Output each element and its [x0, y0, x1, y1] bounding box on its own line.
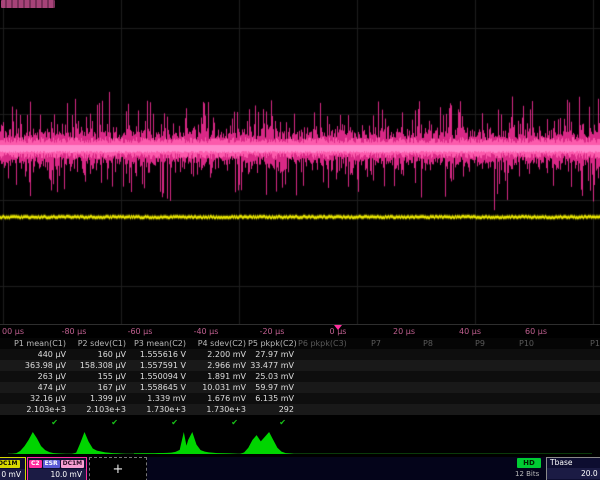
- measurement-row: 2.103e+32.103e+31.730e+31.730e+3292: [0, 404, 600, 415]
- tbase-value: 20.0: [547, 468, 600, 479]
- param-header-unused[interactable]: P8: [423, 338, 433, 349]
- descriptor-bar: DC1M 0 mV C2 ESR DC1M 10.0 mV + HD 12 Bi…: [0, 457, 600, 480]
- trigger-position-marker: [334, 325, 342, 330]
- measurement-row: 440 µV160 µV1.555616 V2.200 mV27.97 mV: [0, 349, 600, 360]
- param-header-1[interactable]: P1 mean(C1): [0, 338, 68, 349]
- measurement-value: 2.200 mV: [188, 349, 248, 360]
- measurement-row: 263 µV155 µV1.550094 V1.891 mV25.03 mV: [0, 371, 600, 382]
- param-header-3[interactable]: P3 mean(C2): [128, 338, 188, 349]
- c2-channel-label: C2: [29, 460, 42, 468]
- measurement-value: 1.730e+3: [128, 404, 188, 415]
- measurement-value: 1.558645 V: [128, 382, 188, 393]
- measurement-value: 1.339 mV: [128, 393, 188, 404]
- measurement-value: 440 µV: [0, 349, 68, 360]
- measurement-value: 158.308 µV: [68, 360, 128, 371]
- time-tick-label: -40 µs: [194, 327, 219, 336]
- param-header-unused[interactable]: P11: [590, 338, 600, 349]
- measurement-value: 59.97 mV: [248, 382, 296, 393]
- channel-c2-descriptor[interactable]: C2 ESR DC1M 10.0 mV: [27, 457, 87, 480]
- time-tick-label: 40 µs: [459, 327, 481, 336]
- oscilloscope-screen: 00 µs-80 µs-60 µs-40 µs-20 µs0 µs20 µs40…: [0, 0, 600, 480]
- measurement-value: 1.550094 V: [128, 371, 188, 382]
- measurement-value: 474 µV: [0, 382, 68, 393]
- time-tick-label: -80 µs: [62, 327, 87, 336]
- c2-vertical-scale: 10.0 mV: [28, 469, 86, 480]
- param-header-unused[interactable]: P10: [519, 338, 534, 349]
- histicon-p3[interactable]: [134, 429, 188, 455]
- param-header-unused[interactable]: P7: [371, 338, 381, 349]
- measurement-row: 474 µV167 µV1.558645 V10.031 mV59.97 mV: [0, 382, 600, 393]
- measurement-value: 2.103e+3: [68, 404, 128, 415]
- param-header-5[interactable]: P5 pkpk(C2): [248, 338, 296, 349]
- measurement-table: P1 mean(C1)P2 sdev(C1)P3 mean(C2)P4 sdev…: [0, 338, 600, 425]
- measurement-value: 32.16 µV: [0, 393, 68, 404]
- c2-esr-tag: ESR: [43, 460, 60, 468]
- c1-vertical-scale: 0 mV: [0, 469, 25, 480]
- param-header-unused[interactable]: P9: [475, 338, 485, 349]
- c2-coupling-tag: DC1M: [61, 460, 85, 468]
- param-header-2[interactable]: P2 sdev(C1): [68, 338, 128, 349]
- tbase-label: Tbase: [547, 458, 600, 468]
- waveform-grid[interactable]: [0, 0, 600, 324]
- time-tick-label: -20 µs: [260, 327, 285, 336]
- measurement-value: 6.135 mV: [248, 393, 296, 404]
- channel-c1-descriptor[interactable]: DC1M 0 mV: [0, 457, 26, 480]
- measurement-value: 2.966 mV: [188, 360, 248, 371]
- param-header-4[interactable]: P4 sdev(C2): [188, 338, 248, 349]
- hd-bits-label: 12 Bits: [515, 470, 539, 478]
- measurement-value: 25.03 mV: [248, 371, 296, 382]
- measurement-value: 167 µV: [68, 382, 128, 393]
- timebase-descriptor[interactable]: Tbase 20.0: [546, 457, 600, 480]
- time-tick-label: 20 µs: [393, 327, 415, 336]
- measurement-value: 1.399 µV: [68, 393, 128, 404]
- measurement-value: 1.730e+3: [188, 404, 248, 415]
- add-trace-box[interactable]: +: [89, 457, 147, 480]
- measurement-value: 1.676 mV: [188, 393, 248, 404]
- corner-label-fragment: [1, 0, 55, 8]
- c1-tag-row: DC1M: [0, 458, 25, 469]
- histicon-p2[interactable]: [72, 429, 126, 455]
- measurement-value: 1.557591 V: [128, 360, 188, 371]
- measurement-value: 263 µV: [0, 371, 68, 382]
- plus-icon: +: [113, 463, 124, 476]
- time-tick-label: -60 µs: [128, 327, 153, 336]
- measurement-value: 2.103e+3: [0, 404, 68, 415]
- c1-coupling-tag: DC1M: [0, 460, 20, 468]
- measurement-value: 10.031 mV: [188, 382, 248, 393]
- measurement-value: 1.555616 V: [128, 349, 188, 360]
- time-axis: 00 µs-80 µs-60 µs-40 µs-20 µs0 µs20 µs40…: [0, 324, 600, 339]
- time-tick-label: 00 µs: [2, 327, 24, 336]
- param-header-unused[interactable]: P6 pkpk(C3): [298, 338, 347, 349]
- histicon-p5[interactable]: [240, 429, 294, 455]
- measurement-value: 160 µV: [68, 349, 128, 360]
- measurement-row: 32.16 µV1.399 µV1.339 mV1.676 mV6.135 mV: [0, 393, 600, 404]
- measurement-value: 363.98 µV: [0, 360, 68, 371]
- measurement-value: 33.477 mV: [248, 360, 296, 371]
- measurement-value: 27.97 mV: [248, 349, 296, 360]
- status-row: ✔✔✔✔✔: [0, 415, 600, 425]
- measurement-value: 292: [248, 404, 296, 415]
- c2-tag-row: C2 ESR DC1M: [28, 458, 86, 469]
- measurement-value: 1.891 mV: [188, 371, 248, 382]
- histicon-p1[interactable]: [12, 429, 66, 455]
- measurement-value: 155 µV: [68, 371, 128, 382]
- hd-mode-badge: HD: [517, 458, 541, 468]
- histicon-strip: [0, 426, 600, 457]
- histicon-p4[interactable]: [184, 429, 238, 455]
- measurement-row: 363.98 µV158.308 µV1.557591 V2.966 mV33.…: [0, 360, 600, 371]
- time-tick-label: 60 µs: [525, 327, 547, 336]
